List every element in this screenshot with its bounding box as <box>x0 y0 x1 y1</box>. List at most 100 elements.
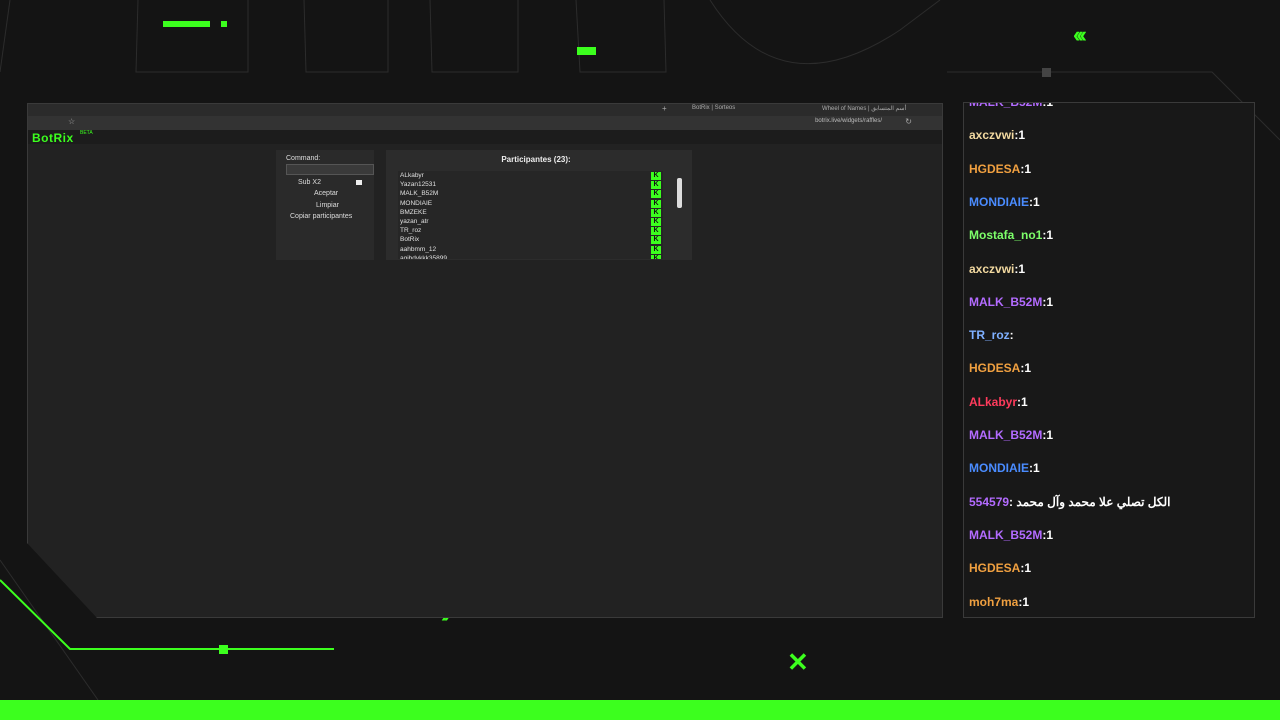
command-input[interactable] <box>286 164 374 175</box>
chat-panel: MALK_B52M:1 axczvwi:1 HGDESA:1 MONDIAIE:1 Mo… <box>963 102 1255 618</box>
kick-icon: K <box>651 172 661 180</box>
chat-message: MALK_B52M:1 <box>969 428 1053 442</box>
copy-participants-button[interactable]: Copiar participantes <box>290 213 352 220</box>
participant-row: MALK_B52M K <box>398 189 663 199</box>
beta-badge: BETA <box>80 130 93 136</box>
chat-message: ALkabyr:1 <box>969 395 1028 409</box>
chat-username: ALkabyr <box>969 394 1018 409</box>
participants-scrollbar[interactable] <box>677 172 682 258</box>
chat-username: MALK_B52M <box>969 294 1043 309</box>
chat-message: HGDESA:1 <box>969 361 1031 375</box>
chat-text: :1 <box>1020 561 1032 576</box>
kick-icon: K <box>651 236 661 245</box>
chat-username: MALK_B52M <box>969 428 1043 442</box>
kick-icon: K <box>651 208 661 217</box>
chat-message: HGDESA:1 <box>969 162 1031 176</box>
close-x-icon: ✕ <box>787 647 809 677</box>
chat-username: MALK_B52M <box>969 102 1043 109</box>
url-text[interactable]: botrix.live/widgets/raffles/ <box>815 118 882 124</box>
participant-name: BMZEKE <box>400 208 427 216</box>
participant-name: TR_roz <box>400 227 422 235</box>
reload-icon[interactable]: ↻ <box>905 117 912 126</box>
chat-message: axczvwi:1 <box>969 262 1025 276</box>
chat-text: :1 <box>1042 527 1054 542</box>
chat-message: moh7ma:1 <box>969 595 1029 609</box>
chat-username: MONDIAIE <box>969 194 1029 209</box>
chat-message: MALK_B52M:1 <box>969 528 1053 542</box>
chat-username: TR_roz <box>969 328 1010 343</box>
chat-text: :1 <box>1014 261 1026 276</box>
accent-dot <box>221 21 227 27</box>
kick-icon: K <box>651 245 661 254</box>
chat-text: :1 <box>1020 361 1032 376</box>
accent-dash <box>163 21 210 27</box>
participant-name: BotRix <box>400 236 420 244</box>
chat-message: MALK_B52M:1 <box>969 102 1054 109</box>
address-bar[interactable]: ☆ botrix.live/widgets/raffles/ ↻ <box>28 116 942 130</box>
chat-username: MONDIAIE <box>969 461 1029 476</box>
chat-message: axczvwi:1 <box>969 128 1025 142</box>
chat-text: : الكل تصلي علا محمد وآل محمد <box>1009 494 1171 509</box>
kick-icon: K <box>651 199 661 208</box>
participant-name: Yazan12531 <box>400 181 437 189</box>
sub-x2-label: Sub X2 <box>298 179 321 186</box>
participant-name: MALK_B52M <box>400 190 439 198</box>
participant-name: MONDIAIE <box>400 199 433 207</box>
page-header: BotRix BETA <box>28 130 942 145</box>
chat-message: 554579: الكل تصلي علا محمد وآل محمد <box>969 495 1170 509</box>
chat-text: :1 <box>1029 194 1040 209</box>
chat-text: : <box>1009 328 1014 343</box>
tab-botrix[interactable]: BotRix | Sorteos <box>692 105 735 111</box>
chat-username: HGDESA <box>969 161 1021 176</box>
participant-row: yazan_atr K <box>398 217 663 226</box>
chat-text: :1 <box>1017 394 1028 409</box>
accent-block <box>577 47 596 55</box>
chat-text: :1 <box>1042 228 1054 243</box>
botrix-logo[interactable]: BotRix <box>32 131 74 145</box>
chat-message: HGDESA:1 <box>969 561 1031 575</box>
participants-list[interactable]: ALkabyr K Yazan12531 K MALK_B52M K MONDIAIE K BM… <box>398 171 663 259</box>
chat-text: :1 <box>1042 102 1054 109</box>
scrollbar-thumb[interactable] <box>677 178 682 208</box>
participants-title: Participantes (23): <box>501 155 571 164</box>
participant-name: yazan_atr <box>400 217 429 225</box>
chat-message: MALK_B52M:1 <box>969 295 1053 309</box>
kick-icon: K <box>651 181 661 190</box>
clear-button[interactable]: Limpiar <box>316 202 339 209</box>
participant-row: agibdvkkk35899 K <box>398 254 663 259</box>
chat-username: axczvwi <box>969 128 1015 143</box>
raffle-controls: Command: Sub X2 Aceptar Limpiar Copiar p… <box>276 150 374 260</box>
chat-text: :1 <box>1042 428 1054 442</box>
chat-username: HGDESA <box>969 361 1021 376</box>
participant-row: TR_roz K <box>398 226 663 236</box>
participant-row: BotRix K <box>398 235 663 245</box>
participant-row: ALkabyr K <box>398 171 663 180</box>
chat-message: TR_roz: <box>969 328 1014 342</box>
participants-panel: Participantes (23): ALkabyr K Yazan12531 K M… <box>386 150 692 260</box>
chat-message: MONDIAIE:1 <box>969 461 1040 475</box>
chat-username: Mostafa_no1 <box>969 228 1043 243</box>
kick-icon: K <box>651 227 661 236</box>
chat-text: :1 <box>1042 294 1054 309</box>
participant-row: BMZEKE K <box>398 208 663 217</box>
sub-x2-toggle[interactable] <box>356 180 362 185</box>
chat-text: :1 <box>1029 461 1040 476</box>
chat-username: 554579 <box>969 494 1010 509</box>
participant-name: aahbmm_12 <box>400 245 437 253</box>
chat-text: :1 <box>1014 128 1026 143</box>
accept-button[interactable]: Aceptar <box>314 190 338 197</box>
chat-text: :1 <box>1018 594 1030 609</box>
tab-wheel-of-names[interactable]: Wheel of Names | أسم المتسابق <box>822 105 906 112</box>
kick-icon: K <box>651 217 661 226</box>
chat-username: HGDESA <box>969 561 1021 576</box>
new-tab-icon[interactable]: + <box>662 104 667 113</box>
chat-message: Mostafa_no1:1 <box>969 228 1053 242</box>
command-label: Command: <box>286 155 321 162</box>
participant-row: aahbmm_12 K <box>398 245 663 254</box>
bottom-accent-bar <box>0 700 1280 720</box>
chat-username: axczvwi <box>969 261 1015 276</box>
browser-window: + BotRix | Sorteos Wheel of Names | أسم … <box>27 103 943 618</box>
participant-row: MONDIAIE K <box>398 199 663 208</box>
chevrons-left-icon: ‹‹‹ <box>1073 22 1087 47</box>
star-icon[interactable]: ☆ <box>68 117 75 126</box>
